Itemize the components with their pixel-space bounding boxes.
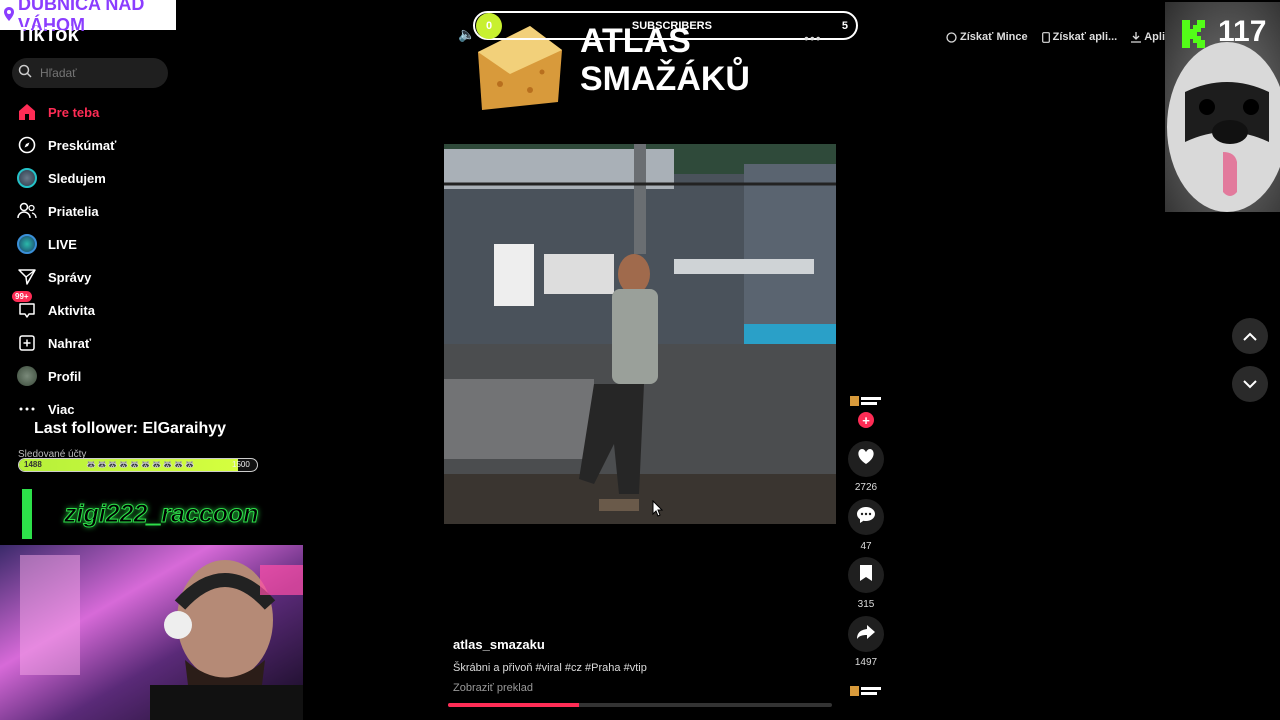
sidebar-item-label: Nahrať bbox=[48, 335, 92, 351]
kick-viewer-count: 117 bbox=[1218, 15, 1267, 48]
creator-avatar[interactable] bbox=[849, 392, 883, 412]
more-icon bbox=[16, 398, 38, 420]
messages-icon bbox=[16, 266, 38, 288]
previous-video-button[interactable] bbox=[1232, 318, 1268, 354]
subscribers-current: 0 bbox=[476, 12, 502, 39]
live-avatar-icon bbox=[16, 233, 38, 255]
share-button[interactable] bbox=[848, 616, 884, 652]
chevron-down-icon bbox=[1243, 379, 1257, 388]
save-count: 315 bbox=[857, 599, 875, 610]
comment-count: 47 bbox=[860, 541, 872, 552]
sidebar-item-label: Správy bbox=[48, 269, 92, 285]
comment-icon bbox=[857, 506, 875, 528]
search-icon bbox=[18, 64, 32, 83]
activity-badge: 99+ bbox=[12, 291, 32, 302]
sidebar-item-friends[interactable]: Priatelia bbox=[16, 197, 186, 225]
follow-button[interactable]: + bbox=[858, 412, 874, 428]
video-progress-bar[interactable] bbox=[448, 703, 832, 707]
bookmark-icon bbox=[860, 564, 872, 586]
sidebar-item-label: Preskúmať bbox=[48, 137, 117, 153]
location-pin-icon bbox=[4, 5, 14, 26]
compass-icon bbox=[16, 134, 38, 156]
video-caption: Škrábni a přivoň #viral #cz #Praha #vtip bbox=[453, 662, 647, 674]
subscribers-goal-bar: 0 SUBSCRIBERS 5 bbox=[473, 11, 858, 40]
sidebar-item-label: Profil bbox=[48, 368, 82, 384]
sidebar-item-label: Viac bbox=[48, 401, 75, 417]
search-input[interactable] bbox=[38, 65, 152, 81]
sidebar-item-profile[interactable]: Profil bbox=[16, 362, 186, 390]
sidebar-item-messages[interactable]: Správy bbox=[16, 263, 186, 291]
subscribers-label: SUBSCRIBERS bbox=[631, 19, 712, 32]
profile-avatar-icon bbox=[16, 365, 38, 387]
sidebar-item-label: Sledujem bbox=[48, 170, 106, 186]
save-button[interactable] bbox=[848, 557, 884, 593]
goal-current: 1488 bbox=[24, 460, 42, 469]
tiktok-logo[interactable]: TikTok bbox=[16, 24, 79, 47]
following-avatar-icon bbox=[16, 167, 38, 189]
download-app-label: Apli bbox=[1144, 31, 1165, 43]
get-coins-label: Získať Mince bbox=[960, 31, 1028, 43]
get-app-link[interactable]: Získať apli... bbox=[1041, 31, 1118, 43]
download-app-link[interactable]: Apli bbox=[1131, 31, 1165, 43]
like-button[interactable] bbox=[848, 441, 884, 477]
sidebar-item-for-you[interactable]: Pre teba bbox=[16, 98, 186, 126]
download-icon bbox=[1131, 31, 1142, 43]
webcam-feed bbox=[0, 545, 303, 720]
heart-icon bbox=[857, 448, 875, 470]
phone-icon bbox=[1041, 31, 1050, 43]
search-bar[interactable] bbox=[12, 58, 168, 88]
home-icon bbox=[16, 101, 38, 123]
cam-name-accent bbox=[22, 489, 32, 539]
sidebar-item-label: LIVE bbox=[48, 236, 77, 252]
mouse-cursor-icon bbox=[652, 499, 664, 523]
comment-button[interactable] bbox=[848, 499, 884, 535]
sidebar-item-activity[interactable]: 99+ Aktivita bbox=[12, 291, 186, 324]
sidebar-item-following[interactable]: Sledujem bbox=[16, 164, 186, 192]
last-follower-overlay: Last follower: ElGaraihyy bbox=[34, 420, 227, 437]
sidebar-item-upload[interactable]: Nahrať bbox=[16, 329, 186, 357]
share-count: 1497 bbox=[854, 657, 878, 668]
sidebar-item-label: Priatelia bbox=[48, 203, 99, 219]
video-progress-fill bbox=[448, 703, 579, 707]
sidebar-item-explore[interactable]: Preskúmať bbox=[16, 131, 186, 159]
kick-logo-icon bbox=[1182, 20, 1208, 53]
get-app-label: Získať apli... bbox=[1052, 31, 1118, 43]
share-icon bbox=[857, 624, 875, 644]
like-count: 2726 bbox=[854, 482, 878, 493]
coin-icon bbox=[946, 31, 957, 43]
video-author[interactable]: atlas_smazaku bbox=[453, 637, 545, 652]
sidebar-item-more[interactable]: Viac bbox=[16, 395, 186, 423]
subscribers-goal: 5 bbox=[841, 19, 848, 32]
streamer-name: zigi222_raccoon bbox=[64, 500, 260, 529]
goal-target: 1500 bbox=[232, 460, 250, 469]
banner-line-2: SMAŽÁKŮ bbox=[580, 60, 750, 98]
sidebar-item-live[interactable]: LIVE bbox=[16, 230, 186, 258]
activity-icon: 99+ bbox=[12, 291, 38, 321]
video-player[interactable] bbox=[444, 144, 836, 524]
header-links: Získať Mince Získať apli... Apli bbox=[946, 24, 1165, 50]
translate-link[interactable]: Zobraziť preklad bbox=[453, 682, 533, 694]
volume-icon[interactable]: 🔈 bbox=[458, 26, 475, 43]
sidebar-item-label: Aktivita bbox=[48, 302, 95, 318]
friends-icon bbox=[16, 200, 38, 222]
raccoon-emoji-row-icon: 🦝🦝🦝🦝🦝🦝🦝🦝🦝🦝 bbox=[86, 460, 196, 469]
chevron-up-icon bbox=[1243, 332, 1257, 341]
upload-icon bbox=[16, 332, 38, 354]
sidebar-item-label: Pre teba bbox=[48, 104, 100, 120]
music-disc-icon[interactable] bbox=[849, 682, 883, 700]
next-video-button[interactable] bbox=[1232, 366, 1268, 402]
get-coins-link[interactable]: Získať Mince bbox=[946, 31, 1028, 43]
more-options-icon[interactable]: ••• bbox=[804, 30, 822, 46]
